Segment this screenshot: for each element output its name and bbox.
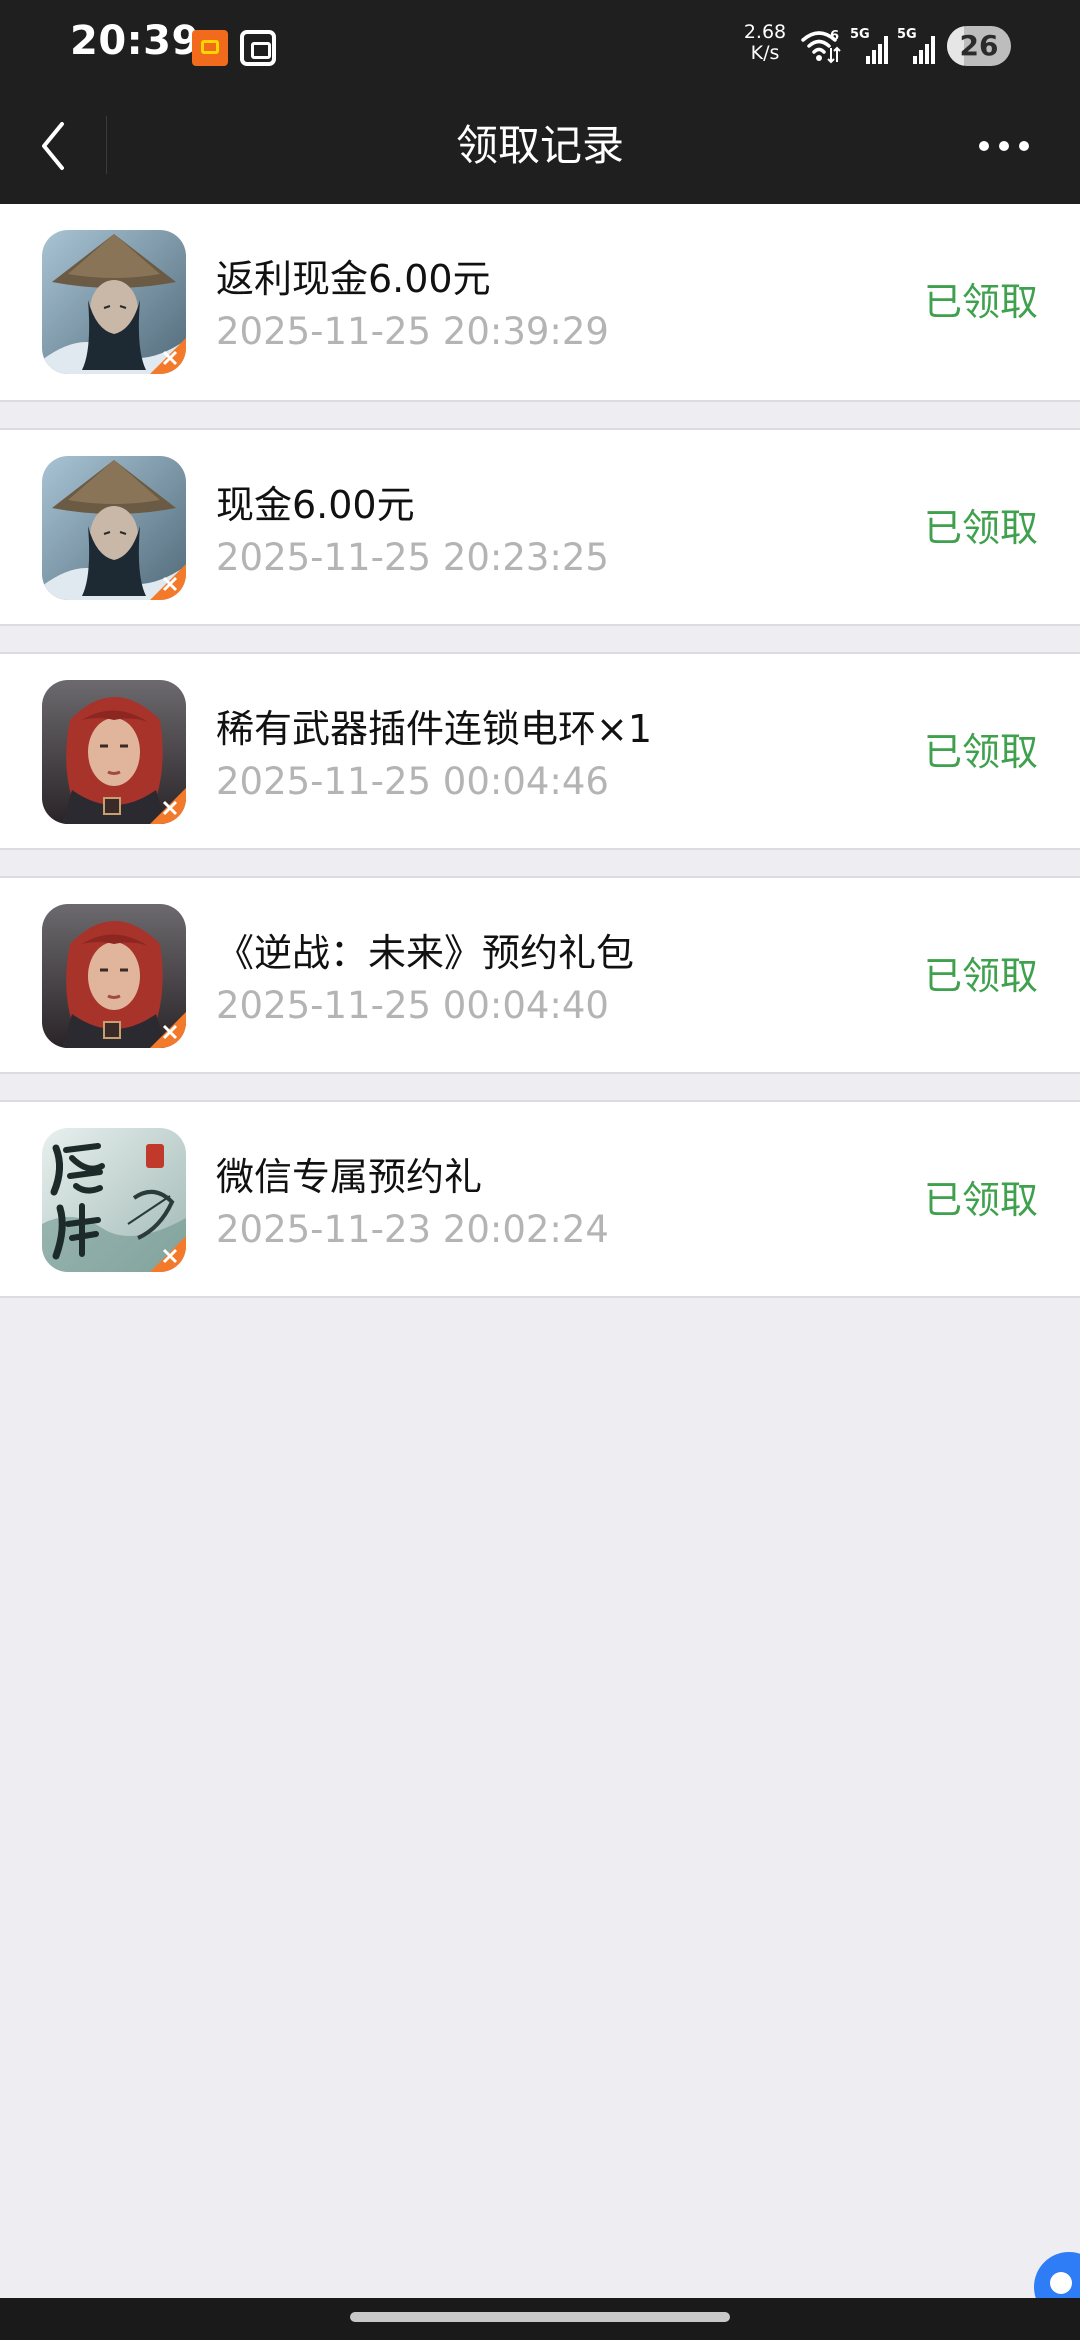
chevron-left-icon bbox=[42, 122, 64, 170]
system-navigation-bar bbox=[0, 2298, 1080, 2340]
screenshot-icon bbox=[240, 30, 276, 66]
status-bar: 20:39 2.68 K/s 6 5G 5G 26 bbox=[0, 0, 1080, 88]
record-status: 已领取 bbox=[923, 730, 1038, 774]
record-time: 2025-11-25 00:04:40 bbox=[216, 984, 609, 1027]
signal-1-label: 5G bbox=[850, 27, 870, 42]
signal-2-label: 5G bbox=[897, 27, 917, 42]
record-status: 已领取 bbox=[923, 506, 1038, 550]
more-button[interactable] bbox=[964, 118, 1044, 174]
record-item[interactable]: 微信专属预约礼 2025-11-23 20:02:24 已领取 bbox=[0, 1100, 1080, 1298]
nav-bar: 领取记录 bbox=[0, 88, 1080, 204]
game-icon-red-hair bbox=[42, 680, 186, 824]
record-title: 现金6.00元 bbox=[216, 483, 415, 527]
record-time: 2025-11-23 20:02:24 bbox=[216, 1208, 609, 1251]
nav-divider bbox=[106, 116, 107, 174]
wifi-badge: 6 bbox=[830, 29, 839, 44]
notification-app-icon bbox=[192, 30, 228, 66]
page-title: 领取记录 bbox=[455, 121, 624, 170]
record-item[interactable]: 返利现金6.00元 2025-11-25 20:39:29 已领取 bbox=[0, 204, 1080, 402]
record-item[interactable]: 稀有武器插件连锁电环×1 2025-11-25 00:04:46 已领取 bbox=[0, 652, 1080, 850]
game-icon-warrior-hat bbox=[42, 456, 186, 600]
wifi-icon: 6 bbox=[801, 29, 841, 64]
signal-icon-sim2: 5G bbox=[897, 27, 935, 64]
game-icon-xiuxian bbox=[42, 1128, 186, 1272]
record-time: 2025-11-25 20:39:29 bbox=[216, 310, 609, 353]
more-dots-icon bbox=[979, 141, 1029, 151]
battery-percent: 26 bbox=[959, 29, 999, 62]
network-speed-unit: K/s bbox=[750, 42, 780, 64]
record-item[interactable]: 《逆战：未来》预约礼包 2025-11-25 00:04:40 已领取 bbox=[0, 876, 1080, 1074]
record-title: 微信专属预约礼 bbox=[216, 1155, 483, 1199]
record-status: 已领取 bbox=[923, 1178, 1038, 1222]
game-icon-red-hair bbox=[42, 904, 186, 1048]
record-title: 稀有武器插件连锁电环×1 bbox=[216, 707, 653, 751]
record-status: 已领取 bbox=[923, 954, 1038, 998]
back-button[interactable] bbox=[24, 110, 96, 182]
status-time: 20:39 bbox=[70, 18, 200, 64]
home-indicator[interactable] bbox=[350, 2312, 730, 2322]
network-speed-value: 2.68 bbox=[743, 21, 787, 43]
record-item[interactable]: 现金6.00元 2025-11-25 20:23:25 已领取 bbox=[0, 428, 1080, 626]
battery-indicator: 26 bbox=[947, 26, 1011, 66]
signal-icon-sim1: 5G bbox=[850, 27, 888, 64]
record-list: 返利现金6.00元 2025-11-25 20:39:29 已领取 现金6.00… bbox=[0, 204, 1080, 1324]
record-time: 2025-11-25 00:04:46 bbox=[216, 760, 609, 803]
network-speed: 2.68 K/s bbox=[740, 22, 790, 64]
record-title: 《逆战：未来》预约礼包 bbox=[216, 931, 635, 975]
record-time: 2025-11-25 20:23:25 bbox=[216, 536, 609, 579]
game-icon-warrior-hat bbox=[42, 230, 186, 374]
record-title: 返利现金6.00元 bbox=[216, 257, 491, 301]
record-status: 已领取 bbox=[923, 280, 1038, 324]
